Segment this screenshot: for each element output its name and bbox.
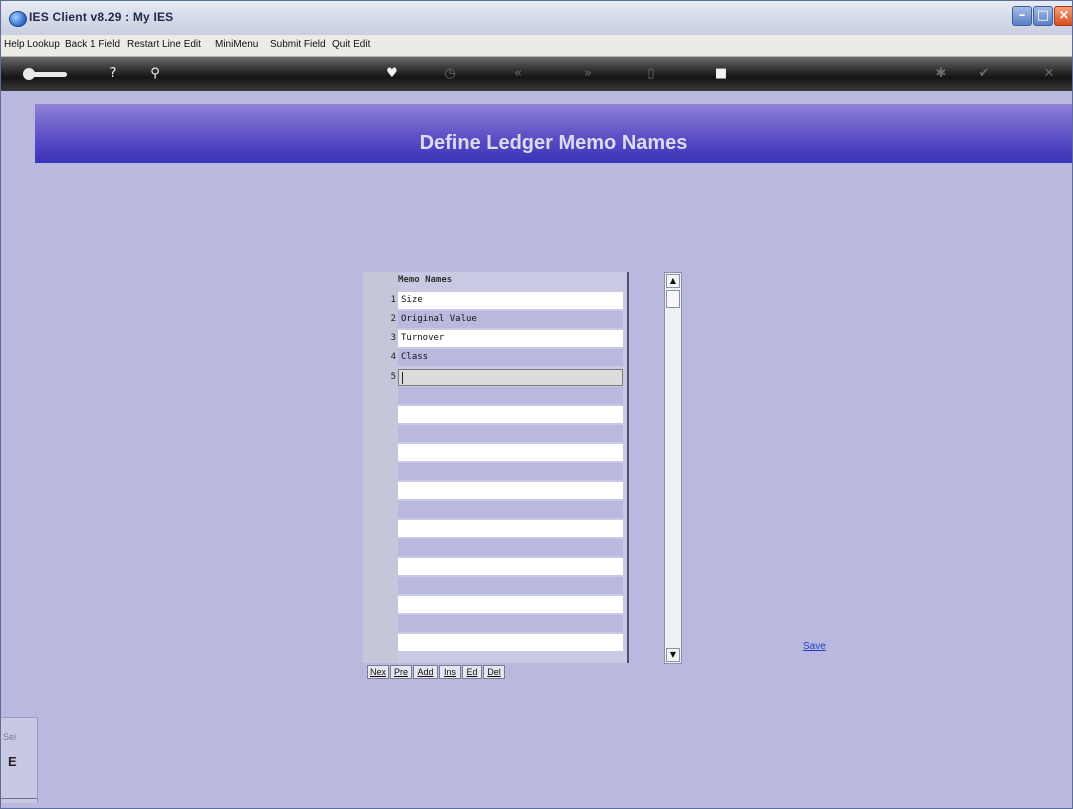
memo-name-cell[interactable]: Original Value xyxy=(398,311,623,328)
empty-row[interactable] xyxy=(363,633,627,652)
insert-button[interactable]: Ins xyxy=(439,665,461,679)
memo-names-grid: Memo Names 1 Size 2 Original Value 3 Tur… xyxy=(363,272,629,663)
empty-row[interactable] xyxy=(363,557,627,576)
empty-cell[interactable] xyxy=(398,558,623,575)
menu-minimenu[interactable]: MiniMenu xyxy=(215,39,258,50)
save-link[interactable]: Save xyxy=(803,641,826,652)
menu-bar: Help Lookup Back 1 Field Restart Line Ed… xyxy=(1,35,1072,57)
empty-row[interactable] xyxy=(363,538,627,557)
delete-button[interactable]: Del xyxy=(483,665,505,679)
memo-name-cell[interactable]: Class xyxy=(398,349,623,366)
empty-row[interactable] xyxy=(363,500,627,519)
empty-cell[interactable] xyxy=(398,444,623,461)
menu-submit-field[interactable]: Submit Field xyxy=(270,39,326,50)
check-icon[interactable]: ✔ xyxy=(976,67,992,81)
row-number: 5 xyxy=(390,372,396,382)
empty-cell[interactable] xyxy=(398,463,623,480)
empty-cell[interactable] xyxy=(398,539,623,556)
empty-row[interactable] xyxy=(363,519,627,538)
menu-lookup[interactable]: Lookup xyxy=(27,39,60,50)
side-panel-fragment: Sei E xyxy=(1,717,38,803)
forward-icon[interactable]: » xyxy=(580,67,596,81)
side-divider xyxy=(1,798,37,799)
menu-back-1-field[interactable]: Back 1 Field xyxy=(65,39,120,50)
empty-cell[interactable] xyxy=(398,634,623,651)
empty-row[interactable] xyxy=(363,595,627,614)
empty-row[interactable] xyxy=(363,443,627,462)
menu-quit-edit[interactable]: Quit Edit xyxy=(332,39,370,50)
memo-name-input[interactable] xyxy=(398,369,623,386)
minimize-button[interactable]: – xyxy=(1012,6,1032,26)
memo-name-cell[interactable]: Size xyxy=(398,292,623,309)
row-number: 1 xyxy=(390,295,396,305)
settings-icon[interactable]: ✱ xyxy=(933,67,949,81)
empty-cell[interactable] xyxy=(398,615,623,632)
side-glyph: E xyxy=(8,754,17,769)
maximize-button[interactable]: □ xyxy=(1033,6,1053,26)
side-label: Sei xyxy=(3,732,17,742)
empty-row[interactable] xyxy=(363,614,627,633)
grid-header: Memo Names xyxy=(398,275,453,285)
page-title: Define Ledger Memo Names xyxy=(419,132,688,154)
text-caret xyxy=(402,372,403,384)
row-number: 4 xyxy=(390,352,396,362)
scroll-up-arrow-icon[interactable]: ▲ xyxy=(666,274,680,288)
menu-restart-line-edit[interactable]: Restart Line Edit xyxy=(127,39,201,50)
doc-icon[interactable]: ▯ xyxy=(643,67,659,81)
add-button[interactable]: Add xyxy=(413,665,438,679)
scroll-thumb[interactable] xyxy=(666,290,680,308)
toolbar: ? ⚲ ♥ ◷ « » ▯ ■ ✱ ✔ ✕ xyxy=(1,57,1072,91)
empty-cell[interactable] xyxy=(398,596,623,613)
table-row[interactable]: 4 Class xyxy=(363,348,627,367)
key-icon[interactable] xyxy=(23,68,67,80)
cancel-icon[interactable]: ✕ xyxy=(1041,67,1057,81)
edit-button[interactable]: Ed xyxy=(462,665,482,679)
empty-cell[interactable] xyxy=(398,520,623,537)
empty-row[interactable] xyxy=(363,576,627,595)
table-row[interactable]: 5 xyxy=(363,368,627,387)
row-number: 2 xyxy=(390,314,396,324)
empty-cell[interactable] xyxy=(398,577,623,594)
empty-row[interactable] xyxy=(363,386,627,405)
close-button[interactable]: × xyxy=(1054,6,1072,26)
help-icon[interactable]: ? xyxy=(106,67,120,81)
page-banner: Define Ledger Memo Names xyxy=(35,104,1072,163)
table-row[interactable]: 1 Size xyxy=(363,291,627,310)
empty-row[interactable] xyxy=(363,481,627,500)
title-bar: IES Client v8.29 : My IES – □ × xyxy=(1,1,1072,36)
search-icon[interactable]: ⚲ xyxy=(147,67,163,81)
empty-cell[interactable] xyxy=(398,425,623,442)
table-row[interactable]: 2 Original Value xyxy=(363,310,627,329)
next-button[interactable]: Nex xyxy=(367,665,389,679)
empty-cell[interactable] xyxy=(398,501,623,518)
empty-row[interactable] xyxy=(363,405,627,424)
empty-cell[interactable] xyxy=(398,387,623,404)
clock-icon[interactable]: ◷ xyxy=(442,67,458,81)
empty-row[interactable] xyxy=(363,462,627,481)
window-title: IES Client v8.29 : My IES xyxy=(29,10,174,24)
table-row[interactable]: 3 Turnover xyxy=(363,329,627,348)
memo-name-cell[interactable]: Turnover xyxy=(398,330,623,347)
empty-cell[interactable] xyxy=(398,406,623,423)
empty-cell[interactable] xyxy=(398,482,623,499)
grid-scrollbar[interactable]: ▲ ▼ xyxy=(664,272,682,664)
app-icon xyxy=(9,11,27,27)
app-window: IES Client v8.29 : My IES – □ × Help Loo… xyxy=(0,0,1073,809)
empty-row[interactable] xyxy=(363,424,627,443)
heart-icon[interactable]: ♥ xyxy=(384,67,400,81)
rewind-icon[interactable]: « xyxy=(510,67,526,81)
menu-help[interactable]: Help xyxy=(4,39,25,50)
stop-icon[interactable]: ■ xyxy=(713,67,729,81)
previous-button[interactable]: Pre xyxy=(390,665,412,679)
scroll-down-arrow-icon[interactable]: ▼ xyxy=(666,648,680,662)
row-number: 3 xyxy=(390,333,396,343)
